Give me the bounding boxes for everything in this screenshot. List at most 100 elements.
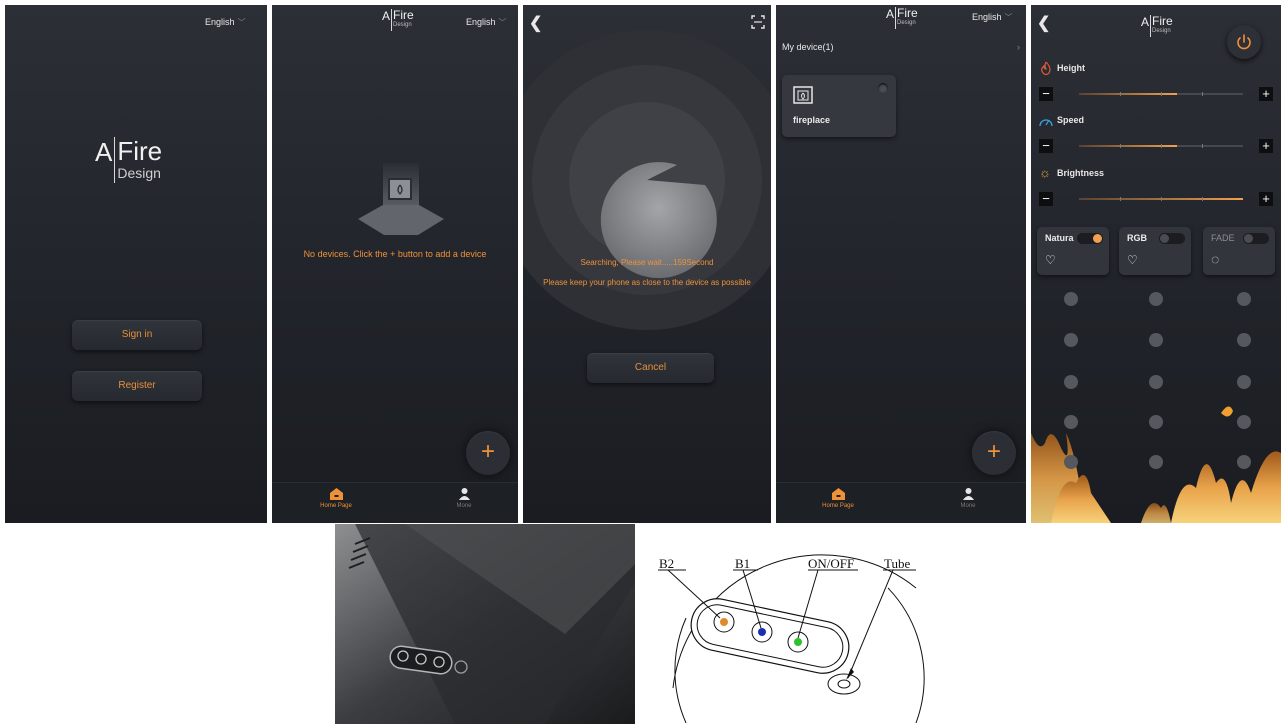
flame-background: [1031, 406, 1281, 523]
grid-dot: [1237, 455, 1251, 469]
home-icon: [329, 488, 343, 500]
toggle-knob: [1244, 234, 1253, 243]
speed-slider[interactable]: − +: [1039, 139, 1273, 153]
sun-icon: ☼: [1039, 165, 1051, 180]
chevron-right-icon: ›: [1017, 42, 1020, 52]
logo-word: Fire: [897, 6, 918, 20]
rgb-toggle[interactable]: [1159, 233, 1185, 244]
add-device-button[interactable]: +: [972, 431, 1016, 475]
brightness-increase-button[interactable]: +: [1259, 192, 1273, 206]
power-icon: [1237, 34, 1251, 50]
logo-word: Fire: [117, 136, 163, 166]
height-decrease-button[interactable]: −: [1039, 87, 1053, 101]
gauge-icon: [1039, 119, 1053, 127]
logo-letter: A: [95, 137, 113, 167]
sign-in-button[interactable]: Sign in: [72, 320, 202, 350]
logo-sub: Design: [393, 22, 412, 28]
power-button[interactable]: [1227, 25, 1261, 59]
searching-message: Searching, Please wait.....159Second: [580, 258, 714, 267]
brightness-decrease-button[interactable]: −: [1039, 192, 1053, 206]
fireplace-icon: [793, 86, 813, 104]
dotted-circle-icon: ◌: [1211, 251, 1220, 267]
fade-toggle[interactable]: [1243, 233, 1269, 244]
diagram-label-onoff: ON/OFF: [808, 556, 855, 571]
language-label: English: [466, 17, 496, 27]
bulb-icon: ♡: [1127, 253, 1138, 267]
grid-dot: [1149, 292, 1163, 306]
speed-label: Speed: [1057, 115, 1085, 125]
brightness-track[interactable]: [1079, 197, 1243, 201]
tab-mone[interactable]: Mone: [434, 488, 494, 509]
language-selector[interactable]: English ﹀: [972, 12, 1013, 23]
tab-home[interactable]: Home Page: [306, 488, 366, 509]
language-selector[interactable]: English ﹀: [466, 17, 507, 28]
speed-decrease-button[interactable]: −: [1039, 139, 1053, 153]
logo-sub: Design: [1152, 28, 1171, 34]
height-fill: [1079, 93, 1178, 95]
mode-rgb[interactable]: RGB ♡: [1119, 227, 1191, 275]
scan-icon[interactable]: [751, 15, 765, 29]
user-icon: [458, 488, 470, 500]
grid-dot: [1064, 333, 1078, 347]
grid-dot: [1237, 292, 1251, 306]
add-device-button[interactable]: +: [466, 431, 510, 475]
device-card[interactable]: fireplace: [782, 75, 896, 137]
control-panel-diagram: [658, 554, 925, 723]
grid-dot: [1064, 375, 1078, 389]
app-logo: A Fire Design: [95, 137, 162, 183]
logo-letter: A: [1141, 15, 1150, 29]
logo-sub: Design: [897, 20, 916, 26]
grid-dot: [1064, 292, 1078, 306]
my-device-header[interactable]: My device(1) ›: [782, 42, 1020, 52]
back-icon[interactable]: ❮: [1037, 13, 1050, 33]
grid-dot: [1149, 333, 1163, 347]
screen-control: ❮ A Fire Design Height − + Speed − + ☼ Bri…: [1031, 5, 1281, 523]
toggle-knob: [1160, 234, 1169, 243]
chevron-down-icon: ﹀: [498, 18, 507, 27]
bulb-icon: ♡: [1045, 253, 1056, 267]
empty-message: No devices. Click the + button to add a …: [303, 249, 487, 259]
logo-word: Fire: [1152, 14, 1173, 28]
mode-fade[interactable]: FADE ◌: [1203, 227, 1275, 275]
device-status-indicator: [878, 83, 888, 93]
app-logo-small: A Fire Design: [382, 9, 414, 31]
device-name: fireplace: [793, 115, 831, 125]
screen-login: English ﹀ A Fire Design Sign in Register: [5, 5, 267, 523]
speed-increase-button[interactable]: +: [1259, 139, 1273, 153]
cancel-button[interactable]: Cancel: [587, 353, 714, 383]
device-photo: [335, 524, 635, 724]
register-button[interactable]: Register: [72, 371, 202, 401]
brightness-slider[interactable]: − +: [1039, 192, 1273, 206]
toggle-knob: [1093, 234, 1102, 243]
diagram-label-b2: B2: [659, 556, 675, 571]
grid-dot: [1237, 333, 1251, 347]
height-increase-button[interactable]: +: [1259, 87, 1273, 101]
grid-dot: [1237, 415, 1251, 429]
flame-icon: [1041, 61, 1051, 75]
height-slider[interactable]: − +: [1039, 87, 1273, 101]
tab-mone[interactable]: Mone: [938, 488, 998, 509]
language-selector[interactable]: English ﹀: [205, 17, 246, 28]
natura-toggle[interactable]: [1077, 233, 1103, 244]
height-track[interactable]: [1079, 92, 1243, 96]
logo-letter: A: [886, 7, 895, 21]
logo-letter: A: [382, 9, 391, 23]
speed-track[interactable]: [1079, 144, 1243, 148]
user-icon: [962, 488, 974, 500]
grid-dot: [1064, 415, 1078, 429]
logo-sub: Design: [117, 165, 161, 181]
app-logo-small: A Fire Design: [1141, 15, 1173, 37]
mode-fade-label: FADE: [1211, 233, 1235, 243]
mode-natura-label: Natura: [1045, 233, 1074, 243]
tab-home-label: Home Page: [822, 503, 854, 509]
tab-mone-label: Mone: [960, 503, 976, 509]
grid-dot: [1149, 375, 1163, 389]
tab-home[interactable]: Home Page: [808, 488, 868, 509]
language-label: English: [972, 12, 1002, 22]
screen-my-device: A Fire Design English ﹀ My device(1) › firep…: [776, 5, 1026, 523]
mode-natura[interactable]: Natura ♡: [1037, 227, 1109, 275]
logo-word: Fire: [393, 8, 414, 22]
speed-fill: [1079, 145, 1178, 147]
grid-dot: [1237, 375, 1251, 389]
keep-close-message: Please keep your phone as close to the d…: [543, 278, 751, 287]
